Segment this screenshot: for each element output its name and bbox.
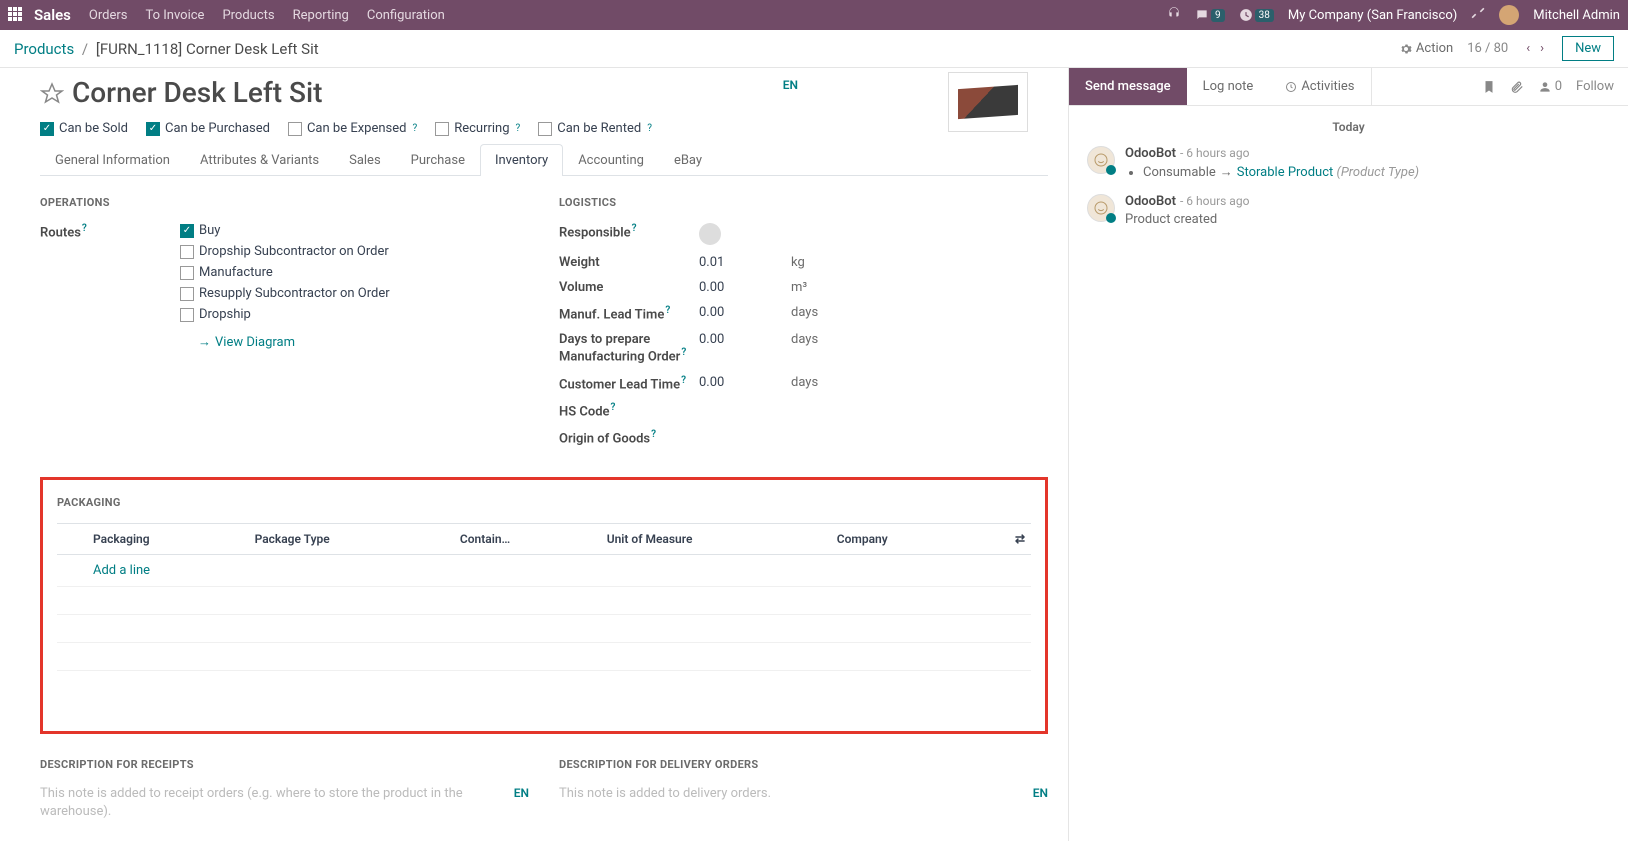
can-be-expensed-checkbox[interactable]: Can be Expensed? <box>288 121 417 136</box>
product-image[interactable] <box>948 72 1028 132</box>
headset-icon[interactable] <box>1167 6 1181 24</box>
route-resupply-subcontractor[interactable]: Resupply Subcontractor on Order <box>180 286 390 301</box>
messages-icon[interactable]: 9 <box>1195 8 1225 22</box>
route-manufacture[interactable]: Manufacture <box>180 265 390 280</box>
date-separator: Today <box>1087 120 1610 134</box>
pager-next[interactable]: › <box>1536 39 1548 58</box>
pager-prev[interactable]: ‹ <box>1522 39 1534 58</box>
avatar[interactable] <box>1499 5 1519 25</box>
attachment-icon[interactable] <box>1510 80 1524 94</box>
tab-sales[interactable]: Sales <box>334 144 396 176</box>
arrow-right-icon: → <box>198 334 211 350</box>
logistics-title: LOGISTICS <box>559 196 1048 209</box>
menu-configuration[interactable]: Configuration <box>367 8 445 23</box>
table-row <box>57 586 1031 614</box>
breadcrumb-root[interactable]: Products <box>14 40 74 58</box>
activities-button[interactable]: Activities <box>1269 68 1371 105</box>
can-be-sold-checkbox[interactable]: Can be Sold <box>40 121 128 136</box>
manuf-lead-time-input[interactable]: 0.00 <box>699 305 779 320</box>
volume-input[interactable]: 0.00 <box>699 280 779 295</box>
followers-button[interactable]: 0 <box>1538 79 1562 94</box>
receipts-textarea[interactable]: This note is added to receipt orders (e.… <box>40 785 529 821</box>
description-delivery: DESCRIPTION FOR DELIVERY ORDERS This not… <box>559 758 1048 821</box>
can-be-purchased-checkbox[interactable]: Can be Purchased <box>146 121 270 136</box>
favorite-star-icon[interactable] <box>40 82 64 106</box>
table-row <box>57 642 1031 670</box>
columns-adjust-icon[interactable]: ⇄ <box>979 523 1031 554</box>
lang-badge[interactable]: EN <box>783 78 798 92</box>
packaging-section-highlighted: PACKAGING Packaging Package Type Contain… <box>40 477 1048 734</box>
menu-orders[interactable]: Orders <box>89 8 128 23</box>
activities-icon[interactable]: 38 <box>1239 8 1274 22</box>
tab-accounting[interactable]: Accounting <box>563 144 659 176</box>
logistics-section: LOGISTICS Responsible? Weight0.01kg Volu… <box>559 196 1048 457</box>
tab-inventory[interactable]: Inventory <box>480 144 563 176</box>
bookmark-icon[interactable] <box>1482 80 1496 94</box>
view-diagram-link[interactable]: →View Diagram <box>198 334 390 350</box>
company-switcher[interactable]: My Company (San Francisco) <box>1288 8 1457 23</box>
tab-ebay[interactable]: eBay <box>659 144 717 176</box>
routes-list: Buy Dropship Subcontractor on Order Manu… <box>180 223 390 350</box>
chatter: Send message Log note Activities 0 Follo… <box>1068 68 1628 841</box>
menu-products[interactable]: Products <box>222 8 274 23</box>
breadcrumb-current: [FURN_1118] Corner Desk Left Sit <box>96 40 319 58</box>
recurring-checkbox[interactable]: Recurring? <box>435 121 520 136</box>
log-note-button[interactable]: Log note <box>1187 68 1270 105</box>
user-name[interactable]: Mitchell Admin <box>1533 8 1620 23</box>
form-view: Corner Desk Left Sit EN Can be Sold Can … <box>0 68 1068 841</box>
action-dropdown[interactable]: Action <box>1400 41 1453 56</box>
page-title[interactable]: Corner Desk Left Sit <box>72 76 322 109</box>
tab-general-information[interactable]: General Information <box>40 144 185 176</box>
packaging-title: PACKAGING <box>57 496 1031 509</box>
follow-button[interactable]: Follow <box>1576 79 1614 94</box>
topbar: Sales Orders To Invoice Products Reporti… <box>0 0 1628 30</box>
top-menu: Orders To Invoice Products Reporting Con… <box>89 8 445 23</box>
clock-icon <box>1285 81 1297 93</box>
lang-badge[interactable]: EN <box>1033 786 1048 800</box>
tab-attributes-variants[interactable]: Attributes & Variants <box>185 144 334 176</box>
add-line-link[interactable]: Add a line <box>93 563 150 578</box>
can-be-rented-checkbox[interactable]: Can be Rented? <box>538 121 652 136</box>
days-prepare-mo-input[interactable]: 0.00 <box>699 332 779 347</box>
notebook-tabs: General Information Attributes & Variant… <box>40 144 1048 176</box>
bot-avatar <box>1087 194 1115 222</box>
tools-icon[interactable] <box>1471 6 1485 24</box>
breadcrumb: Products / [FURN_1118] Corner Desk Left … <box>14 40 319 58</box>
message: OdooBot- 6 hours ago Consumable→Storable… <box>1087 146 1610 180</box>
menu-reporting[interactable]: Reporting <box>293 8 349 23</box>
product-flags: Can be Sold Can be Purchased Can be Expe… <box>40 121 1048 136</box>
weight-input[interactable]: 0.01 <box>699 255 779 270</box>
customer-lead-time-input[interactable]: 0.00 <box>699 375 779 390</box>
send-message-button[interactable]: Send message <box>1069 68 1187 105</box>
tab-purchase[interactable]: Purchase <box>396 144 480 176</box>
menu-to-invoice[interactable]: To Invoice <box>145 8 204 23</box>
table-row <box>57 614 1031 642</box>
message: OdooBot- 6 hours ago Product created <box>1087 194 1610 227</box>
route-dropship-subcontractor[interactable]: Dropship Subcontractor on Order <box>180 244 390 259</box>
operations-title: OPERATIONS <box>40 196 529 209</box>
app-brand[interactable]: Sales <box>34 6 71 24</box>
packaging-table: Packaging Package Type Contain… Unit of … <box>57 523 1031 671</box>
lang-badge[interactable]: EN <box>514 786 529 800</box>
new-button[interactable]: New <box>1562 36 1614 61</box>
description-receipts: DESCRIPTION FOR RECEIPTS This note is ad… <box>40 758 529 821</box>
control-panel: Products / [FURN_1118] Corner Desk Left … <box>0 30 1628 68</box>
bot-avatar <box>1087 146 1115 174</box>
route-buy[interactable]: Buy <box>180 223 390 238</box>
responsible-avatar[interactable] <box>699 223 721 245</box>
delivery-textarea[interactable]: This note is added to delivery orders. <box>559 785 1048 803</box>
pager[interactable]: 16 / 80 <box>1467 41 1508 56</box>
topbar-right: 9 38 My Company (San Francisco) Mitchell… <box>1167 5 1620 25</box>
apps-icon[interactable] <box>8 7 24 23</box>
operations-section: OPERATIONS Routes? Buy Dropship Subcontr… <box>40 196 529 457</box>
gear-icon <box>1400 43 1412 55</box>
route-dropship[interactable]: Dropship <box>180 307 390 322</box>
